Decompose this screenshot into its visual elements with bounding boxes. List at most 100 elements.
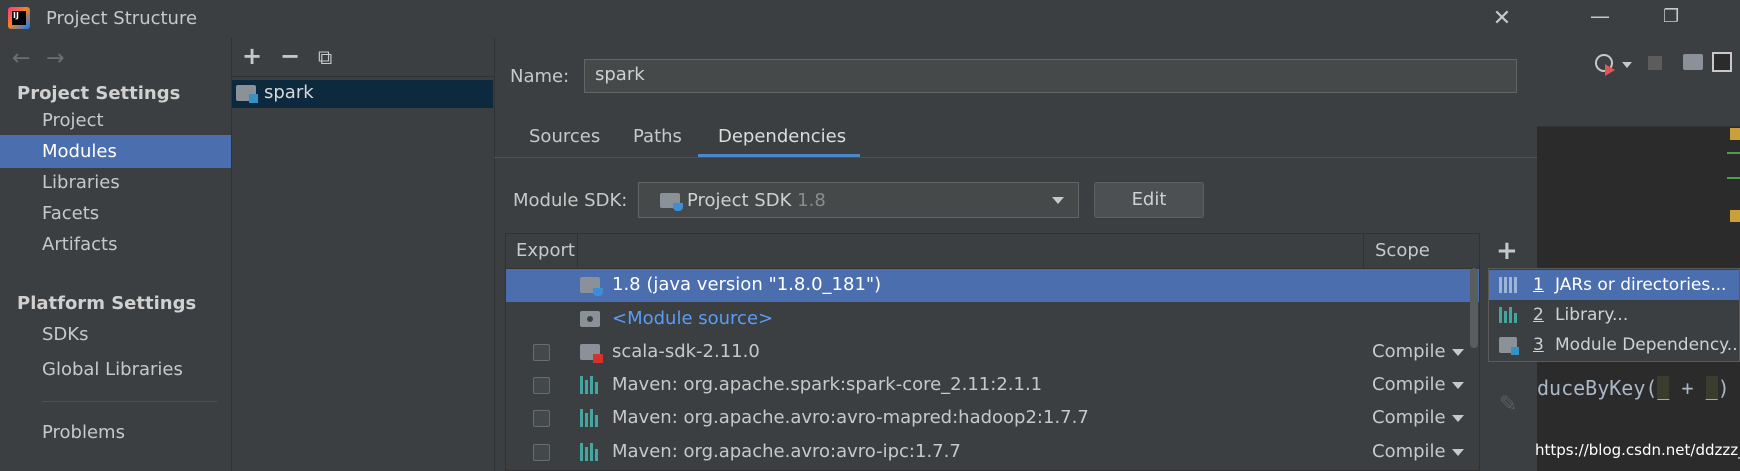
scope-value[interactable]: Compile <box>1372 374 1446 395</box>
restore-icon[interactable]: ❐ <box>1663 6 1679 27</box>
table-row[interactable]: Maven: org.apache.avro:avro-ipc:1.7.7 Co… <box>506 436 1479 469</box>
nav-item-label: Artifacts <box>42 234 118 255</box>
table-row[interactable]: <Module source> <box>506 303 1479 336</box>
module-name-input[interactable]: spark <box>584 59 1517 93</box>
warning-marker <box>1730 210 1740 222</box>
tab-dependencies[interactable]: Dependencies <box>718 126 846 147</box>
ide-toolbar <box>1537 38 1740 86</box>
change-marker <box>1727 152 1740 154</box>
dependencies-table-header <box>506 234 1479 269</box>
dependency-name: 1.8 (java version "1.8.0_181") <box>612 274 882 295</box>
table-row[interactable]: scala-sdk-2.11.0 Compile <box>506 336 1479 369</box>
stop-icon[interactable] <box>1648 56 1662 70</box>
intellij-logo-icon: IJ <box>8 7 30 29</box>
terminal-icon[interactable] <box>1712 52 1732 72</box>
nav-divider <box>42 401 217 402</box>
nav-item-artifacts[interactable]: Artifacts <box>0 228 231 261</box>
tab-paths[interactable]: Paths <box>633 126 682 147</box>
chevron-down-icon[interactable] <box>1452 415 1464 422</box>
column-header-export[interactable]: Export <box>516 240 575 261</box>
module-sdk-select[interactable]: Project SDK 1.8 <box>638 182 1079 218</box>
table-row[interactable]: Maven: org.apache.avro:avro-mapred:hadoo… <box>506 402 1479 435</box>
close-icon[interactable]: ✕ <box>1487 4 1517 34</box>
popup-item-label: JARs or directories... <box>1555 275 1727 295</box>
forward-arrow-icon[interactable]: → <box>46 46 64 71</box>
watermark-text: https://blog.csdn.net/ddzzz_ <box>1535 441 1740 459</box>
column-divider <box>577 234 578 268</box>
library-icon <box>1499 307 1517 323</box>
add-dependency-icon[interactable]: + <box>1496 236 1518 266</box>
run-arrow-icon <box>1605 64 1615 76</box>
module-folder-icon <box>236 85 258 103</box>
nav-item-sdks[interactable]: SDKs <box>0 318 231 351</box>
warning-marker <box>1730 128 1740 140</box>
export-checkbox[interactable] <box>533 444 550 461</box>
nav-item-libraries[interactable]: Libraries <box>0 166 231 199</box>
nav-item-label: Project <box>42 110 104 131</box>
sdk-select-text: Project SDK 1.8 <box>687 190 826 211</box>
edit-dependency-icon[interactable]: ✎ <box>1499 392 1517 417</box>
minimize-icon[interactable]: — <box>1590 4 1610 28</box>
sdk-select-value: Project SDK <box>687 190 792 211</box>
module-item-label: spark <box>264 82 314 103</box>
maven-library-icon <box>580 443 602 461</box>
module-folder-icon <box>1499 337 1519 355</box>
remove-module-icon[interactable]: − <box>280 42 300 70</box>
dialog-title: Project Structure <box>46 8 198 29</box>
table-scrollbar[interactable] <box>1470 268 1478 348</box>
add-module-icon[interactable]: + <box>242 42 262 70</box>
nav-item-label: Modules <box>42 141 117 162</box>
maven-library-icon <box>580 376 602 394</box>
sdk-select-version: 1.8 <box>797 190 826 211</box>
export-checkbox[interactable] <box>533 344 550 361</box>
scope-value[interactable]: Compile <box>1372 341 1446 362</box>
module-item-spark[interactable]: spark <box>232 80 493 108</box>
nav-item-project[interactable]: Project <box>0 104 231 137</box>
scope-value[interactable]: Compile <box>1372 441 1446 462</box>
nav-item-facets[interactable]: Facets <box>0 197 231 230</box>
scope-value[interactable]: Compile <box>1372 407 1446 428</box>
table-row[interactable]: Maven: org.apache.spark:spark-core_2.11:… <box>506 369 1479 402</box>
column-header-scope[interactable]: Scope <box>1375 240 1430 261</box>
popup-item-number: 1 <box>1533 275 1544 295</box>
nav-item-modules[interactable]: Modules <box>0 135 231 168</box>
nav-item-problems[interactable]: Problems <box>0 416 231 449</box>
chevron-down-icon[interactable] <box>1452 449 1464 456</box>
popup-item-module-dependency[interactable]: 3 Module Dependency... <box>1489 330 1739 360</box>
nav-item-global-libraries[interactable]: Global Libraries <box>0 353 231 386</box>
module-sdk-label: Module SDK: <box>513 190 628 211</box>
export-checkbox[interactable] <box>533 377 550 394</box>
code-underscore: _ <box>1705 376 1718 400</box>
nav-item-label: Problems <box>42 422 125 443</box>
dependency-name: scala-sdk-2.11.0 <box>612 341 760 362</box>
dialog-titlebar <box>0 0 1537 38</box>
popup-item-library[interactable]: 2 Library... <box>1489 300 1739 330</box>
edit-sdk-button[interactable]: Edit <box>1094 182 1204 218</box>
chevron-down-icon[interactable] <box>1452 382 1464 389</box>
nav-item-label: Facets <box>42 203 100 224</box>
scala-sdk-icon <box>580 344 603 363</box>
column-divider <box>1363 234 1364 268</box>
dependency-name: Maven: org.apache.avro:avro-ipc:1.7.7 <box>612 441 961 462</box>
dependency-name: Maven: org.apache.avro:avro-mapred:hadoo… <box>612 407 1089 428</box>
tab-sources[interactable]: Sources <box>529 126 600 147</box>
chevron-down-icon[interactable] <box>1622 62 1632 68</box>
popup-item-number: 2 <box>1533 305 1544 325</box>
chevron-down-icon[interactable] <box>1452 349 1464 356</box>
popup-item-jars-or-directories[interactable]: 1 JARs or directories... <box>1489 270 1739 300</box>
export-checkbox[interactable] <box>533 410 550 427</box>
dependency-name: Maven: org.apache.spark:spark-core_2.11:… <box>612 374 1043 395</box>
change-marker <box>1727 177 1740 179</box>
code-line[interactable]: duceByKey(_ + _) <box>1537 376 1730 400</box>
copy-module-icon[interactable]: ⧉ <box>318 45 332 69</box>
nav-item-label: SDKs <box>42 324 89 345</box>
table-row[interactable]: 1.8 (java version "1.8.0_181") <box>506 269 1479 302</box>
popup-item-label: Module Dependency... <box>1555 335 1739 355</box>
popup-item-label: Library... <box>1555 305 1629 325</box>
nav-header-project-settings: Project Settings <box>17 83 181 104</box>
sdk-folder-icon <box>660 193 683 211</box>
ide-editor-tabs <box>1537 86 1740 127</box>
project-structure-icon[interactable] <box>1683 54 1703 70</box>
chevron-down-icon <box>1052 197 1064 204</box>
back-arrow-icon[interactable]: ← <box>12 46 30 71</box>
